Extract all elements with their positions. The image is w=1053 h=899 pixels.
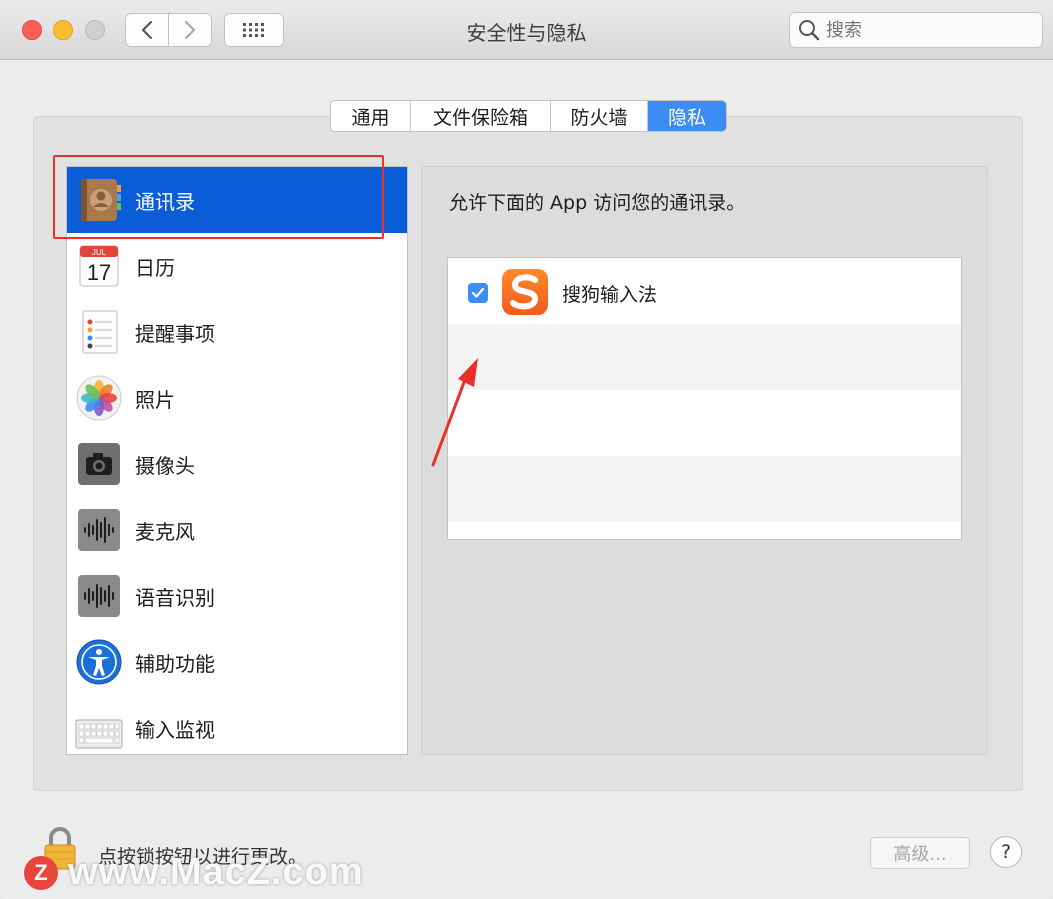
- accessibility-icon: [76, 639, 122, 685]
- sidebar-item-reminders[interactable]: 提醒事项: [67, 299, 407, 365]
- tab-bar: 通用 文件保险箱 防火墙 隐私: [330, 100, 727, 132]
- watermark: Z www.MacZ.com: [24, 850, 364, 895]
- advanced-button[interactable]: 高级...: [870, 837, 970, 869]
- title-bar: 安全性与隐私: [0, 0, 1053, 60]
- sidebar-item-label: 日历: [135, 255, 175, 280]
- annotation-arrow: [431, 358, 478, 467]
- sidebar-item-label: 输入监视: [135, 717, 215, 742]
- detail-description: 允许下面的 App 访问您的通讯录。: [449, 192, 746, 214]
- sidebar-item-label: 语音识别: [135, 585, 215, 610]
- watermark-text: www.MacZ.com: [68, 851, 364, 893]
- calendar-month-text: JUL: [92, 248, 107, 257]
- sidebar-item-accessibility[interactable]: 辅助功能: [67, 629, 407, 695]
- sidebar-item-label: 照片: [135, 387, 175, 412]
- app-row-sogou[interactable]: 搜狗输入法: [448, 258, 961, 324]
- sidebar-item-label: 提醒事项: [135, 321, 215, 346]
- app-name: 搜狗输入法: [562, 284, 658, 306]
- keyboard-icon: [75, 719, 123, 749]
- checkmark-icon: [471, 287, 485, 298]
- sidebar-item-speech-recognition[interactable]: 语音识别: [67, 563, 407, 629]
- speech-recognition-icon: [78, 575, 120, 617]
- calendar-icon: JUL 17: [79, 245, 119, 287]
- empty-row: [448, 324, 961, 390]
- sogou-icon: [502, 269, 548, 315]
- privacy-category-list: 通讯录 JUL 17 日历 提醒事项 照片 摄像头 麦克风 语音识别 辅助功能 …: [66, 166, 408, 755]
- sidebar-item-calendar[interactable]: JUL 17 日历: [67, 233, 407, 299]
- sidebar-item-photos[interactable]: 照片: [67, 365, 407, 431]
- photos-icon: [76, 375, 122, 421]
- search-input[interactable]: [826, 19, 1026, 41]
- sidebar-item-microphone[interactable]: 麦克风: [67, 497, 407, 563]
- calendar-day-text: 17: [87, 260, 111, 285]
- sidebar-item-input-monitoring[interactable]: 输入监视: [67, 695, 407, 754]
- empty-row: [448, 390, 961, 456]
- help-button[interactable]: ?: [990, 836, 1022, 868]
- tab-firewall[interactable]: 防火墙: [551, 101, 648, 131]
- tab-general[interactable]: 通用: [331, 101, 411, 131]
- microphone-icon: [78, 509, 120, 551]
- preferences-window: 安全性与隐私 通用 文件保险箱 防火墙 隐私 通讯录: [0, 0, 1053, 899]
- sidebar-item-label: 辅助功能: [135, 651, 215, 676]
- empty-row: [448, 456, 961, 522]
- tab-filevault[interactable]: 文件保险箱: [411, 101, 551, 131]
- sidebar-item-label: 麦克风: [135, 519, 195, 544]
- tab-privacy[interactable]: 隐私: [648, 101, 726, 131]
- highlight-box: [53, 155, 384, 239]
- app-list: 搜狗输入法: [447, 257, 962, 540]
- watermark-logo: Z: [24, 855, 58, 890]
- camera-icon: [78, 443, 120, 485]
- app-checkbox[interactable]: [468, 283, 488, 303]
- sidebar-item-label: 摄像头: [135, 453, 195, 478]
- search-icon: [799, 20, 820, 41]
- search-box[interactable]: [789, 12, 1043, 48]
- sidebar-item-camera[interactable]: 摄像头: [67, 431, 407, 497]
- reminders-icon: [82, 310, 118, 354]
